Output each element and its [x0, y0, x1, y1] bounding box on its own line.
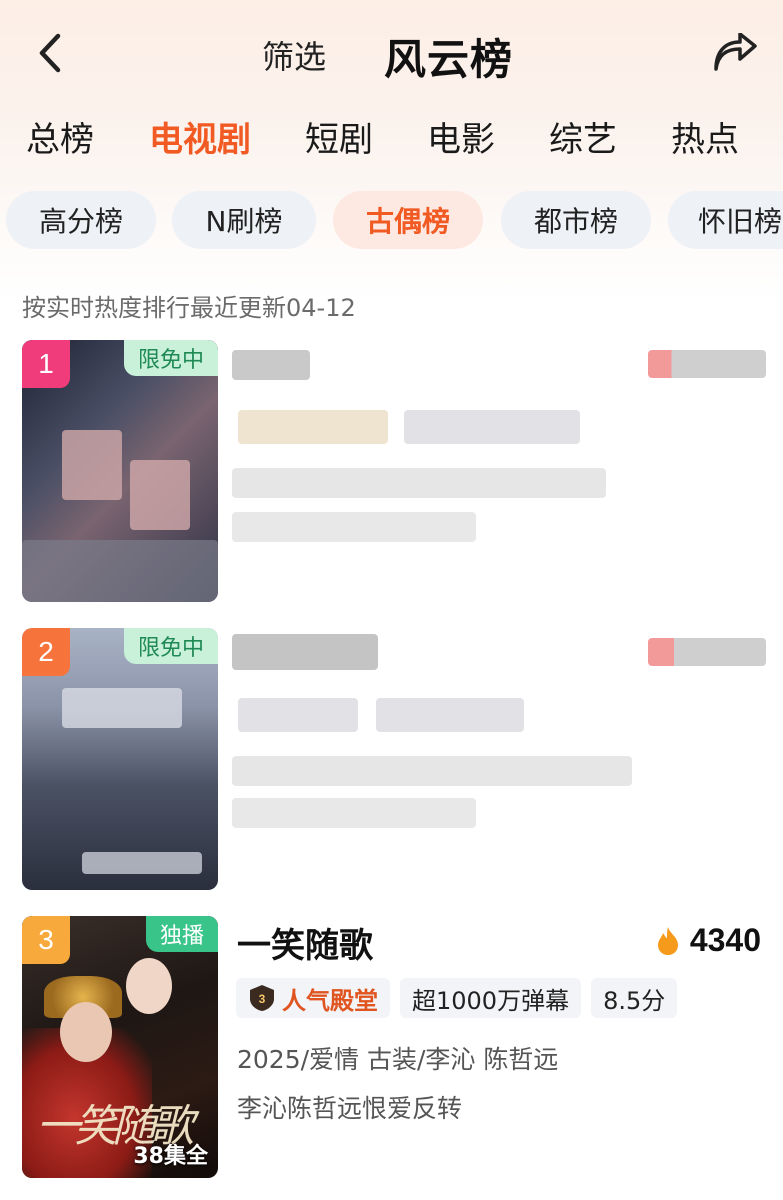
category-tabs: 总榜 电视剧 短剧 电影 综艺 热点 [0, 112, 783, 164]
drama-title[interactable]: 一笑随歌 [237, 918, 373, 967]
exclusive-badge: 独播 [145, 916, 218, 952]
list-item[interactable]: 1 限免中 [0, 340, 783, 610]
sub-tabs: 高分榜 N刷榜 古偶榜 都市榜 怀旧榜 [0, 191, 783, 249]
tab-movie[interactable]: 电影 [427, 112, 495, 161]
svg-text:3: 3 [259, 992, 266, 1006]
flame-icon [657, 926, 678, 955]
popularity-hall-label: 人气殿堂 [282, 986, 378, 1015]
episode-count: 38集全 [133, 1144, 208, 1169]
top-bar: 筛选 风云榜 [0, 0, 783, 110]
pixelated-tag [238, 410, 388, 444]
pixelated-heat [648, 638, 766, 666]
poster-image: 1 限免中 [22, 340, 218, 602]
score-tag: 8.5分 [591, 978, 678, 1018]
rank-badge: 1 [22, 340, 70, 388]
tab-short-drama[interactable]: 短剧 [305, 112, 373, 161]
update-note: 按实时热度排行最近更新04-12 [22, 294, 356, 322]
pixelated-heat [648, 350, 766, 378]
pixelated-title [232, 350, 310, 380]
subtab-high-score[interactable]: 高分榜 [6, 191, 156, 249]
poster-face [60, 1002, 112, 1062]
rank-badge: 2 [22, 628, 70, 676]
pixelated-face [130, 460, 190, 530]
list-item[interactable]: 一笑随歌 38集全 3 独播 一笑随歌 4340 3 人气殿堂 超1000万弹幕… [0, 916, 783, 1182]
pixelated-tag [238, 698, 358, 732]
tab-variety[interactable]: 综艺 [549, 112, 617, 161]
share-arrow-icon [714, 33, 757, 71]
list-item[interactable]: 2 限免中 [0, 628, 783, 898]
popularity-hall-tag[interactable]: 3 人气殿堂 [236, 978, 390, 1018]
rank-badge: 3 [22, 916, 70, 964]
heat-score: 4340 [656, 922, 761, 959]
poster-image: 2 限免中 [22, 628, 218, 890]
heat-value: 4340 [689, 922, 761, 958]
tab-hot[interactable]: 热点 [671, 112, 739, 161]
medal-icon: 3 [250, 985, 274, 1011]
chevron-left-icon [39, 33, 61, 73]
page-title: 风云榜 [384, 35, 514, 84]
subtab-urban[interactable]: 都市榜 [501, 191, 651, 249]
free-badge: 限免中 [123, 340, 218, 376]
free-badge: 限免中 [123, 628, 218, 664]
tag-row: 3 人气殿堂 超1000万弹幕 8.5分 [236, 978, 678, 1018]
pixelated-meta [232, 468, 606, 498]
pixelated-area [62, 688, 182, 728]
pixelated-title [232, 634, 378, 670]
pixelated-meta [232, 756, 632, 786]
pixelated-face [62, 430, 122, 500]
subtab-rewatch[interactable]: N刷榜 [172, 191, 316, 249]
pixelated-description [232, 512, 476, 542]
pixelated-area [22, 540, 218, 602]
subtab-nostalgia[interactable]: 怀旧榜 [668, 191, 783, 249]
back-button[interactable] [30, 28, 70, 78]
pixelated-tag [376, 698, 524, 732]
tab-tv-series[interactable]: 电视剧 [149, 112, 251, 161]
filter-button[interactable]: 筛选 [262, 32, 326, 78]
pixelated-area [82, 852, 202, 874]
tab-total[interactable]: 总榜 [26, 112, 94, 161]
danmaku-tag: 超1000万弹幕 [400, 978, 582, 1018]
poster-image: 一笑随歌 38集全 3 独播 [22, 916, 218, 1178]
subtab-ancient-romance[interactable]: 古偶榜 [333, 191, 483, 249]
drama-description: 李沁陈哲远恨爱反转 [237, 1094, 463, 1123]
poster-face [126, 958, 172, 1014]
pixelated-tag [404, 410, 580, 444]
share-button[interactable] [710, 30, 760, 76]
drama-meta: 2025/爱情 古装/李沁 陈哲远 [237, 1045, 559, 1074]
pixelated-description [232, 798, 476, 828]
